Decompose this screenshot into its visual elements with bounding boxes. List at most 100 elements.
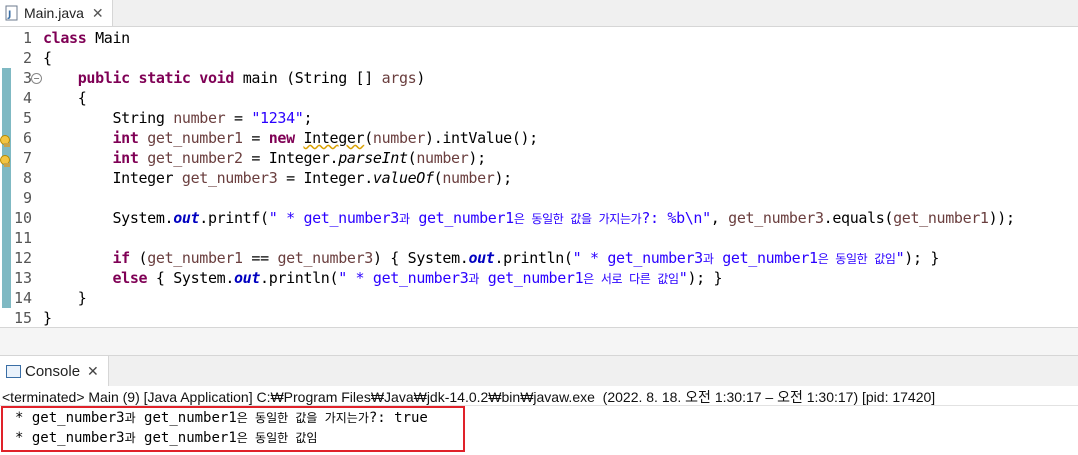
- console-status: <terminated> Main (9) [Java Application]…: [2, 389, 936, 405]
- static-method: valueOf: [372, 169, 434, 187]
- line-number: 10: [13, 209, 32, 227]
- keyword: if: [112, 249, 130, 267]
- code-line: 7 int get_number2 = Integer.parseInt(num…: [0, 148, 1078, 168]
- string-literal: get_number1: [409, 209, 514, 227]
- close-icon[interactable]: ✕: [87, 363, 99, 380]
- code-text: ); }: [904, 249, 940, 267]
- string-literal: " * get_number3: [572, 249, 704, 267]
- string-literal: " * get_number3: [268, 209, 400, 227]
- line-number: 13: [13, 269, 32, 287]
- code-text: System.: [112, 209, 174, 227]
- keyword: new: [268, 129, 295, 147]
- warning-icon[interactable]: [0, 132, 11, 147]
- output-highlight-box: * get_number3과 get_number1은 동일한 값을 가지는가?…: [1, 406, 465, 452]
- code-line: 1 class Main: [0, 28, 1078, 48]
- variable: get_number1: [147, 249, 243, 267]
- code-text: );: [494, 169, 512, 187]
- string-literal: 은 동일한 값임: [817, 252, 896, 266]
- code-text: ==: [242, 249, 278, 267]
- line-number: 15: [13, 309, 32, 327]
- code-text: ,: [710, 209, 729, 227]
- console-output-line: * get_number3과 get_number1은 동일한 값을 가지는가?…: [15, 408, 428, 428]
- code-line: 13 else { System.out.println(" * get_num…: [0, 268, 1078, 288]
- line-number: 4: [22, 89, 32, 107]
- code-line: 5 String number = "1234";: [0, 108, 1078, 128]
- code-line: 6 int get_number1 = new Integer(number).…: [0, 128, 1078, 148]
- output-text: 과: [124, 431, 136, 445]
- warning-icon[interactable]: [0, 152, 11, 167]
- output-text: get_number1: [135, 410, 237, 426]
- variable: get_number3: [181, 169, 278, 187]
- output-text: * get_number3: [15, 430, 125, 446]
- line-number: 5: [22, 109, 32, 127]
- output-text: * get_number3: [15, 410, 125, 426]
- code-text: String: [112, 109, 174, 127]
- variable: number: [442, 169, 495, 187]
- keyword: int: [112, 129, 139, 147]
- code-text: }: [43, 289, 87, 307]
- variable: get_number1: [893, 209, 989, 227]
- code-line: 12 if (get_number1 == get_number3) { Sys…: [0, 248, 1078, 268]
- string-literal: 과: [702, 252, 714, 266]
- console-output-line: * get_number3과 get_number1은 동일한 값임: [15, 428, 317, 448]
- keyword: int: [112, 149, 139, 167]
- code-text: ): [416, 69, 426, 87]
- keyword: class: [43, 29, 87, 47]
- line-number: 6: [22, 129, 32, 147]
- tab-console[interactable]: Console ✕: [0, 356, 109, 386]
- code-text: ) { System.: [372, 249, 469, 267]
- panel-divider[interactable]: [0, 327, 1078, 356]
- variable: number: [173, 109, 226, 127]
- code-line: 15 }: [0, 308, 1078, 328]
- tab-main-java[interactable]: J Main.java ✕: [0, 0, 113, 26]
- line-number: 7: [22, 149, 32, 167]
- variable: get_number3: [728, 209, 824, 227]
- static-field: out: [468, 249, 495, 267]
- keyword: static: [138, 69, 191, 87]
- code-text: ); }: [687, 269, 723, 287]
- code-text: (: [364, 129, 373, 147]
- variable: args: [381, 69, 417, 87]
- console-tabbar: Console ✕: [0, 355, 1078, 386]
- code-text: =: [225, 109, 252, 127]
- line-number: 11: [13, 229, 32, 247]
- variable: get_number1: [147, 129, 243, 147]
- variable: number: [416, 149, 469, 167]
- code-line: 4 {: [0, 88, 1078, 108]
- code-text: .println(: [260, 269, 339, 287]
- static-field: out: [234, 269, 261, 287]
- keyword: public: [77, 69, 130, 87]
- output-text: 과: [124, 411, 136, 425]
- code-text: Main: [86, 29, 130, 47]
- static-field: out: [173, 209, 200, 227]
- code-line: 14 }: [0, 288, 1078, 308]
- variable: number: [372, 129, 426, 147]
- code-line: 9: [0, 188, 1078, 208]
- string-literal: ": [895, 249, 905, 267]
- string-literal: get_number1: [713, 249, 818, 267]
- keyword: else: [112, 269, 148, 287]
- code-editor[interactable]: 1 class Main 2 { 3 − public static void …: [0, 28, 1078, 328]
- output-text: get_number1: [135, 430, 237, 446]
- code-line: 10 System.out.printf(" * get_number3과 ge…: [0, 208, 1078, 228]
- code-text: = Integer.: [277, 169, 373, 187]
- code-text: .printf(: [199, 209, 269, 227]
- line-number: 1: [22, 29, 32, 47]
- code-text: =: [242, 129, 269, 147]
- fold-toggle-icon[interactable]: −: [31, 73, 42, 84]
- line-number: 9: [22, 189, 32, 207]
- code-text: ));: [988, 209, 1015, 227]
- svg-text:J: J: [7, 10, 11, 20]
- code-text: (: [129, 249, 148, 267]
- code-line: 11: [0, 228, 1078, 248]
- code-text: }: [43, 309, 52, 327]
- output-text: ?: true: [368, 410, 428, 426]
- close-icon[interactable]: ✕: [92, 5, 104, 22]
- string-literal: 은 동일한 값을 가지는가: [513, 212, 642, 226]
- code-text: = Integer.: [242, 149, 339, 167]
- variable: get_number3: [277, 249, 373, 267]
- line-number: 3: [22, 69, 32, 87]
- code-text: {: [43, 89, 87, 107]
- code-text: main (String []: [234, 69, 382, 87]
- code-line: 8 Integer get_number3 = Integer.valueOf(…: [0, 168, 1078, 188]
